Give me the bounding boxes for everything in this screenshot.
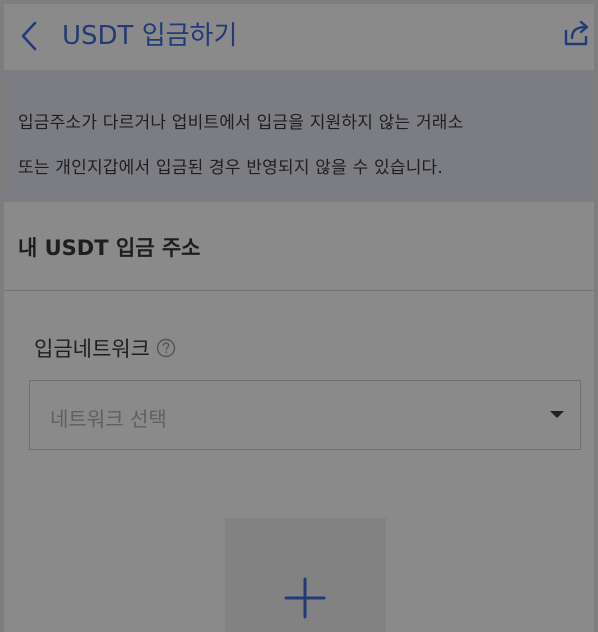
share-icon (564, 20, 589, 46)
notice-text-line-1: 입금주소가 다르거나 업비트에서 입금을 지원하지 않는 거래소 (18, 113, 464, 133)
network-label-text: 입금네트워크 (34, 337, 150, 361)
share-button[interactable] (560, 16, 594, 50)
back-button[interactable] (14, 18, 44, 54)
app-header: USDT 입금하기 (4, 4, 594, 70)
deposit-screen: USDT 입금하기 입금주소가 다르거나 업비트에서 입금을 지원하지 않는 거… (4, 4, 594, 632)
deposit-notice: 입금주소가 다르거나 업비트에서 입금을 지원하지 않는 거래소 또는 개인지갑… (4, 70, 594, 202)
address-section-title: 내 USDT 입금 주소 (18, 236, 201, 260)
network-select[interactable]: 네트워크 선택 (29, 380, 581, 450)
network-select-placeholder: 네트워크 선택 (50, 407, 167, 431)
caret-down-icon (550, 411, 564, 418)
question-circle-icon[interactable] (156, 338, 176, 358)
section-divider (4, 290, 594, 291)
chevron-left-icon (21, 21, 37, 51)
page-title: USDT 입금하기 (62, 21, 238, 51)
network-label: 입금네트워크 (34, 333, 176, 363)
notice-text-line-2: 또는 개인지갑에서 입금된 경우 반영되지 않을 수 있습니다. (18, 158, 443, 178)
plus-icon (284, 577, 326, 619)
generate-address-button[interactable] (225, 518, 386, 632)
